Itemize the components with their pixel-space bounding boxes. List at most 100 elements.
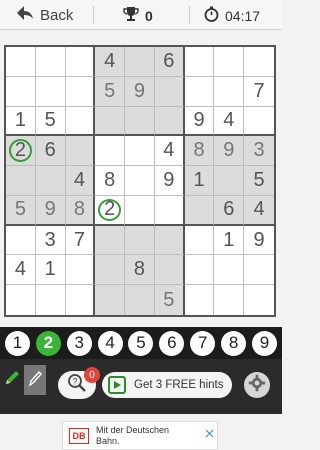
board-cell[interactable] (214, 76, 245, 107)
board-cell[interactable] (185, 285, 215, 315)
board-cell[interactable] (6, 47, 36, 77)
board-cell[interactable]: 5 (35, 106, 66, 137)
board-cell[interactable] (244, 107, 274, 137)
board-cell[interactable]: 5 (6, 195, 36, 226)
board-cell[interactable] (95, 285, 126, 315)
board-cell[interactable] (95, 136, 126, 167)
board-cell[interactable] (125, 225, 155, 256)
board-cell[interactable] (154, 106, 185, 137)
board-cell[interactable] (184, 47, 215, 77)
number-button-6[interactable]: 6 (159, 330, 185, 356)
number-button-8[interactable]: 8 (221, 330, 247, 356)
board-cell[interactable] (6, 225, 36, 256)
ad-close-icon[interactable] (205, 425, 214, 438)
board-cell[interactable] (6, 166, 36, 196)
board-cell[interactable] (154, 255, 185, 286)
board-cell[interactable]: 6 (214, 195, 245, 226)
board-cell[interactable] (184, 225, 215, 256)
board-cell[interactable]: 8 (95, 166, 126, 196)
number-button-5[interactable]: 5 (128, 330, 154, 356)
board-cell[interactable]: 9 (214, 136, 245, 167)
number-button-1[interactable]: 1 (4, 330, 30, 356)
board-cell[interactable] (244, 47, 274, 77)
board-cell[interactable] (35, 76, 66, 107)
board-cell[interactable]: 5 (154, 285, 185, 315)
board-cell[interactable] (244, 255, 274, 286)
board-cell[interactable] (66, 285, 96, 315)
board-cell[interactable]: 9 (35, 195, 66, 226)
board-cell[interactable]: 1 (35, 255, 66, 286)
board-cell[interactable] (244, 285, 274, 315)
number-pad: 123456789 (0, 327, 282, 359)
board-cell[interactable]: 7 (244, 77, 274, 107)
board-cell[interactable]: 4 (6, 255, 36, 286)
board-cell[interactable]: 1 (6, 106, 36, 137)
number-button-9[interactable]: 9 (251, 330, 277, 356)
board-cell[interactable] (95, 255, 126, 286)
board-cell[interactable]: 9 (125, 76, 155, 107)
board-cell[interactable] (184, 195, 215, 226)
board-cell[interactable] (65, 136, 96, 167)
board-cell[interactable] (35, 47, 66, 77)
free-hints-button[interactable]: Get 3 FREE hints (102, 372, 232, 398)
board-cell[interactable] (35, 166, 66, 196)
board-cell[interactable] (125, 285, 155, 315)
eraser-button[interactable] (24, 365, 46, 395)
board-cell[interactable]: 9 (244, 226, 274, 256)
pencil-button[interactable] (0, 366, 24, 394)
board-cell[interactable] (214, 285, 245, 315)
board-cell[interactable] (214, 255, 245, 286)
board-cell[interactable] (36, 285, 66, 315)
board-cell[interactable]: 1 (184, 166, 215, 196)
board-cell[interactable] (65, 76, 96, 107)
board-cell[interactable]: 4 (154, 136, 185, 167)
board-cell[interactable] (95, 225, 126, 256)
board-cell[interactable]: 4 (95, 47, 126, 77)
settings-button[interactable] (244, 372, 270, 398)
board-cell[interactable] (214, 47, 245, 77)
board-cell[interactable]: 8 (184, 136, 215, 167)
board-cell[interactable] (154, 195, 185, 226)
board-cell[interactable]: 3 (35, 225, 66, 256)
board-cell[interactable] (95, 106, 126, 137)
board-cell[interactable] (154, 225, 185, 256)
board-cell[interactable]: 4 (244, 195, 274, 226)
board-cell[interactable]: 6 (154, 47, 185, 77)
board-cell[interactable]: 7 (65, 225, 96, 256)
board-cell[interactable] (6, 76, 36, 107)
board-cell[interactable]: 9 (154, 166, 185, 196)
board-cell[interactable]: 2 (95, 195, 126, 226)
board-cell[interactable] (125, 47, 155, 77)
number-button-2[interactable]: 2 (35, 330, 61, 356)
board-cell[interactable]: 5 (244, 166, 274, 196)
board-cell[interactable]: 4 (65, 166, 96, 196)
board-cell[interactable] (65, 255, 96, 286)
board-cell[interactable]: 4 (214, 106, 245, 137)
board-cell[interactable]: 5 (95, 76, 126, 107)
board-cell[interactable]: 6 (35, 136, 66, 167)
board-cell[interactable] (154, 76, 185, 107)
board-cell[interactable] (125, 166, 155, 196)
board-cell[interactable] (125, 136, 155, 167)
ad-banner[interactable]: DB Mit der Deutschen Bahn. (62, 421, 218, 450)
board-cell[interactable] (184, 76, 215, 107)
back-label: Back (40, 6, 74, 24)
number-button-3[interactable]: 3 (66, 330, 92, 356)
board-cell[interactable] (65, 47, 96, 77)
board-cell[interactable] (214, 166, 245, 196)
board-cell[interactable]: 1 (214, 225, 245, 256)
board-cell[interactable] (6, 285, 36, 315)
board-cell[interactable] (125, 106, 155, 137)
board-cell[interactable] (184, 255, 215, 286)
timer-value: 04:17 (225, 7, 261, 24)
board-cell[interactable]: 9 (184, 106, 215, 137)
board-cell[interactable]: 3 (244, 136, 274, 167)
number-button-4[interactable]: 4 (97, 330, 123, 356)
board-cell[interactable] (65, 106, 96, 137)
number-button-7[interactable]: 7 (190, 330, 216, 356)
board-cell[interactable]: 8 (125, 255, 155, 286)
back-button[interactable]: Back (16, 5, 73, 25)
board-cell[interactable] (125, 195, 155, 226)
board-cell[interactable]: 8 (65, 195, 96, 226)
board-cell[interactable]: 2 (6, 136, 36, 167)
